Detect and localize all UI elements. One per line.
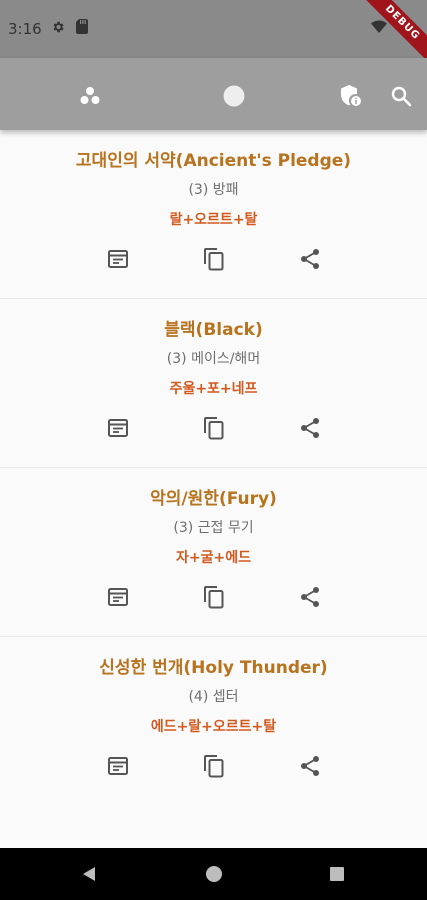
info-icon[interactable] — [106, 247, 130, 271]
copy-icon[interactable] — [202, 247, 226, 271]
copy-icon[interactable] — [202, 754, 226, 778]
share-icon[interactable] — [298, 247, 322, 271]
info-icon[interactable] — [106, 585, 130, 609]
runeword-runes: 에드+랄+오르트+탈 — [150, 719, 277, 735]
list-item[interactable]: 블랙(Black) (3) 메이스/해머 주울+포+네프 — [0, 299, 427, 468]
share-icon[interactable] — [298, 585, 322, 609]
list-item[interactable]: 고대인의 서약(Ancient's Pledge) (3) 방패 랄+오르트+탈 — [0, 130, 427, 299]
runeword-item-type: (4) 셉터 — [188, 689, 239, 705]
runeword-title: 신성한 번개(Holy Thunder) — [99, 658, 328, 678]
card-actions — [0, 585, 427, 611]
status-bar: 3:16 DEBUG — [0, 0, 427, 69]
system-nav-bar — [0, 848, 427, 900]
circle-icon[interactable] — [222, 84, 246, 108]
card-actions — [0, 247, 427, 273]
gear-icon — [53, 21, 64, 33]
runeword-list: 고대인의 서약(Ancient's Pledge) (3) 방패 랄+오르트+탈 — [0, 130, 427, 806]
runeword-runes: 랄+오르트+탈 — [169, 212, 258, 228]
share-icon[interactable] — [298, 754, 322, 778]
bubbles-icon[interactable] — [78, 84, 102, 108]
runeword-runes: 자+굴+에드 — [176, 550, 251, 566]
runeword-runes: 주울+포+네프 — [169, 381, 258, 397]
share-icon[interactable] — [298, 416, 322, 440]
status-time: 3:16 — [8, 20, 42, 38]
back-icon[interactable] — [80, 864, 100, 884]
list-item[interactable]: 신성한 번개(Holy Thunder) (4) 셉터 에드+랄+오르트+탈 — [0, 637, 427, 806]
info-icon[interactable] — [106, 754, 130, 778]
info-icon[interactable] — [106, 416, 130, 440]
runeword-item-type: (3) 메이스/해머 — [166, 351, 261, 367]
card-actions — [0, 754, 427, 780]
copy-icon[interactable] — [202, 416, 226, 440]
recents-icon[interactable] — [327, 864, 347, 884]
runeword-item-type: (3) 근접 무기 — [173, 520, 254, 536]
card-actions — [0, 416, 427, 442]
runeword-title: 블랙(Black) — [164, 320, 263, 340]
runeword-title: 악의/원한(Fury) — [150, 489, 277, 509]
app-bar — [0, 58, 427, 130]
copy-icon[interactable] — [202, 585, 226, 609]
home-icon[interactable] — [204, 864, 224, 884]
shield-info-icon[interactable] — [338, 84, 362, 108]
sd-card-icon — [76, 19, 88, 34]
wifi-icon — [371, 20, 387, 33]
list-item[interactable]: 악의/원한(Fury) (3) 근접 무기 자+굴+에드 — [0, 468, 427, 637]
runeword-title: 고대인의 서약(Ancient's Pledge) — [75, 151, 352, 171]
search-icon[interactable] — [389, 84, 413, 108]
runeword-item-type: (3) 방패 — [188, 182, 239, 198]
